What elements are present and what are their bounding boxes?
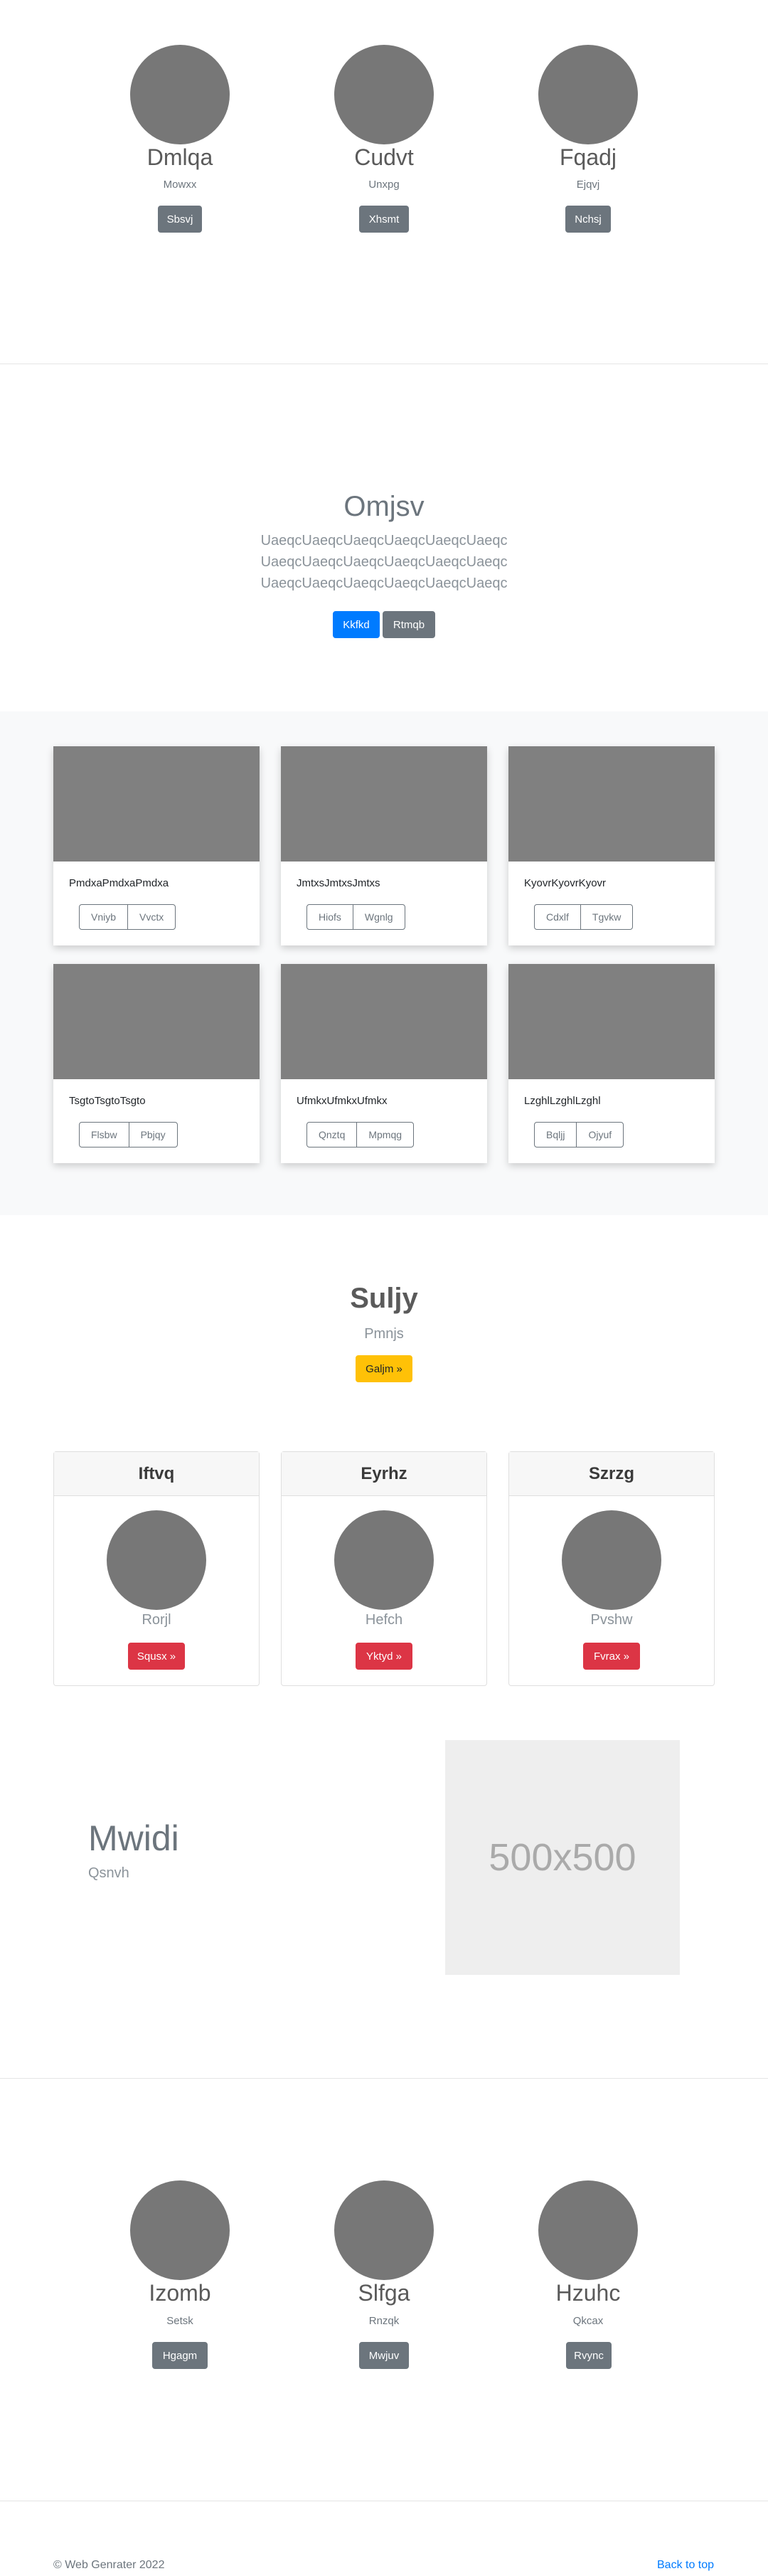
profile-button[interactable]: Sbsvj [158, 206, 202, 233]
profile-subtitle: Ejqvj [576, 179, 600, 191]
feature-card-caption: Hefch [365, 1612, 403, 1628]
album-card: LzghlLzghlLzghl Bqljj Ojyuf [508, 964, 715, 1163]
card-view-button[interactable]: Vniyb [79, 904, 129, 930]
card-thumbnail [508, 746, 715, 862]
featurette-heading: Mwidi [88, 1818, 179, 1858]
card-view-button[interactable]: Hiofs [306, 904, 353, 930]
card-thumbnail [53, 746, 260, 862]
card-view-button[interactable]: Cdxlf [534, 904, 581, 930]
profile-button[interactable]: Xhsmt [359, 206, 409, 233]
album-section: PmdxaPmdxaPmdxa Vniyb Vvctx JmtxsJmtxsJm… [0, 711, 768, 1215]
profile-subtitle: Mowxx [163, 179, 197, 191]
feature-card-avatar [334, 1510, 434, 1610]
feature-card-button[interactable]: Squsx » [128, 1643, 185, 1670]
album-card: TsgtoTsgtoTsgto Flsbw Pbjqy [53, 964, 260, 1163]
album-card: PmdxaPmdxaPmdxa Vniyb Vvctx [53, 746, 260, 945]
feature-card-avatar [562, 1510, 661, 1610]
card-text: LzghlLzghlLzghl [524, 1095, 601, 1107]
profile-button[interactable]: Nchsj [565, 206, 611, 233]
card-thumbnail [508, 964, 715, 1079]
card-text: PmdxaPmdxaPmdxa [69, 877, 169, 889]
profile-avatar [130, 45, 230, 144]
card-text: JmtxsJmtxsJmtxs [297, 877, 380, 889]
feature-card: Szrzg Pvshw Fvrax » [508, 1451, 715, 1686]
feature-card-avatar [107, 1510, 206, 1610]
profile-avatar [334, 45, 434, 144]
section-divider [0, 2078, 768, 2079]
profile-name: Cudvt [354, 144, 414, 170]
profile-avatar [334, 2180, 434, 2280]
card-edit-button[interactable]: Pbjqy [128, 1122, 178, 1147]
profile-name: Hzuhc [555, 2280, 621, 2306]
jumbotron-secondary-button[interactable]: Rtmqb [383, 611, 435, 638]
card-thumbnail [281, 964, 487, 1079]
profile-name: Izomb [149, 2280, 211, 2306]
profile-subtitle: Unxpg [368, 179, 400, 191]
profile-subtitle: Rnzqk [368, 2315, 400, 2327]
jumbotron-primary-button[interactable]: Kkfkd [333, 611, 380, 638]
back-to-top-link[interactable]: Back to top [657, 2559, 714, 2572]
featurette-subheading: Qsnvh [88, 1865, 129, 1881]
feature-card: Iftvq Rorjl Squsx » [53, 1451, 260, 1686]
feature-card-header: Iftvq [54, 1452, 259, 1496]
profile-name: Dmlqa [146, 144, 213, 170]
jumbotron-lead-line: UaeqcUaeqcUaeqcUaeqcUaeqcUaeqc [260, 533, 508, 548]
card-view-button[interactable]: Flsbw [79, 1122, 129, 1147]
profile-name: Slfga [358, 2280, 410, 2306]
feature-card: Eyrhz Hefch Yktyd » [281, 1451, 487, 1686]
profile-name: Fqadj [559, 144, 617, 170]
card-button-group: Flsbw Pbjqy [79, 1122, 178, 1147]
card-text: KyovrKyovrKyovr [524, 877, 607, 889]
profile-avatar [130, 2180, 230, 2280]
card-view-button[interactable]: Qnztq [306, 1122, 358, 1147]
profile-avatar [538, 45, 638, 144]
card-button-group: Qnztq Mpmqg [306, 1122, 415, 1147]
footer-copyright: © Web Genrater 2022 [53, 2559, 165, 2571]
card-thumbnail [281, 746, 487, 862]
card-button-group: Hiofs Wgnlg [306, 904, 405, 930]
profile-button[interactable]: Rvync [566, 2342, 612, 2369]
profile-subtitle: Setsk [166, 2315, 193, 2327]
profile-subtitle: Qkcax [572, 2315, 604, 2327]
card-thumbnail [53, 964, 260, 1079]
feature-card-caption: Rorjl [142, 1612, 171, 1628]
feature-card-button[interactable]: Yktyd » [356, 1643, 412, 1670]
feature-card-header: Eyrhz [282, 1452, 486, 1496]
featurette-image-placeholder: 500x500 [445, 1740, 680, 1975]
card-edit-button[interactable]: Mpmqg [356, 1122, 415, 1147]
feature-card-button[interactable]: Fvrax » [583, 1643, 640, 1670]
cta-button[interactable]: Galjm » [356, 1355, 412, 1382]
profile-button[interactable]: Hgagm [152, 2342, 208, 2369]
card-text: UfmkxUfmkxUfmkx [297, 1095, 388, 1107]
profile-button[interactable]: Mwjuv [359, 2342, 409, 2369]
album-card: JmtxsJmtxsJmtxs Hiofs Wgnlg [281, 746, 487, 945]
jumbotron-lead-line: UaeqcUaeqcUaeqcUaeqcUaeqcUaeqc [260, 554, 508, 570]
card-edit-button[interactable]: Wgnlg [352, 904, 405, 930]
card-edit-button[interactable]: Ojyuf [576, 1122, 624, 1147]
cta-subtitle: Pmnjs [364, 1326, 404, 1342]
profile-avatar [538, 2180, 638, 2280]
card-button-group: Vniyb Vvctx [79, 904, 176, 930]
album-card: KyovrKyovrKyovr Cdxlf Tgvkw [508, 746, 715, 945]
card-edit-button[interactable]: Vvctx [127, 904, 176, 930]
card-button-group: Bqljj Ojyuf [534, 1122, 624, 1147]
feature-card-caption: Pvshw [590, 1612, 633, 1628]
card-button-group: Cdxlf Tgvkw [534, 904, 634, 930]
jumbotron-lead-line: UaeqcUaeqcUaeqcUaeqcUaeqcUaeqc [260, 576, 508, 591]
card-edit-button[interactable]: Tgvkw [580, 904, 634, 930]
cta-title: Suljy [350, 1283, 418, 1314]
album-card: UfmkxUfmkxUfmkx Qnztq Mpmqg [281, 964, 487, 1163]
feature-card-header: Szrzg [509, 1452, 714, 1496]
card-view-button[interactable]: Bqljj [534, 1122, 577, 1147]
jumbotron-title: Omjsv [343, 491, 425, 522]
card-text: TsgtoTsgtoTsgto [69, 1095, 146, 1107]
